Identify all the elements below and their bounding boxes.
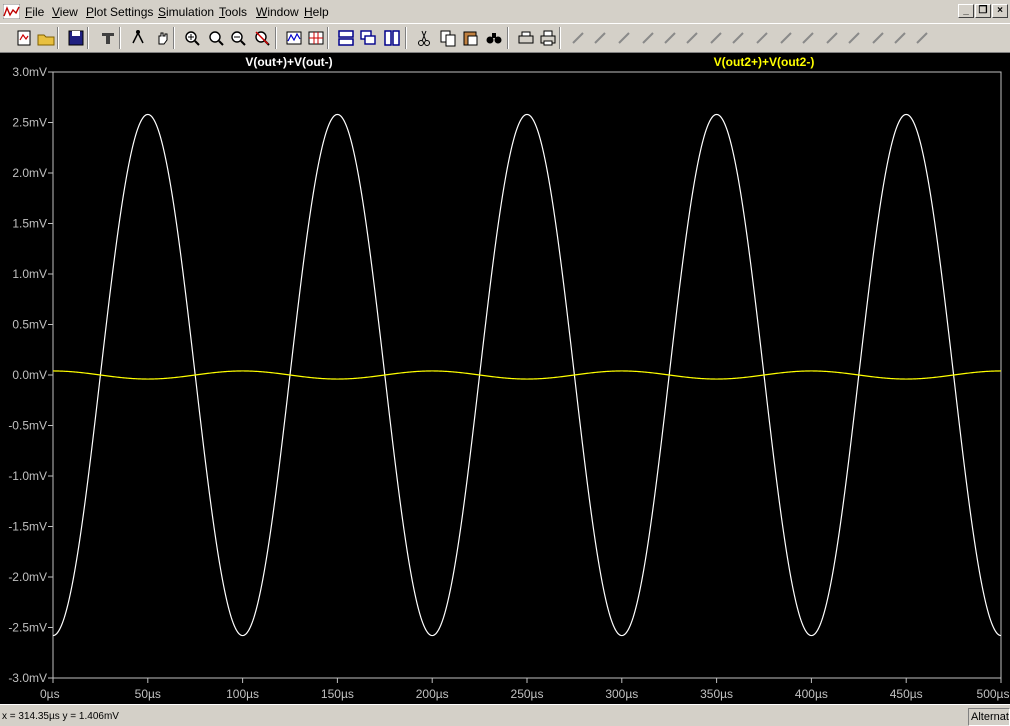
drag-icon[interactable] [775,27,797,49]
control-panel-icon[interactable] [97,27,119,49]
status-mode: Alternate [968,708,1010,726]
ground-icon[interactable] [589,27,611,49]
zoom-out-icon[interactable] [227,27,249,49]
component-icon[interactable] [727,27,749,49]
print-icon[interactable] [537,27,559,49]
cascade-icon[interactable] [357,27,379,49]
y-tick-label: -1.0mV [8,469,47,483]
y-tick-label: -2.0mV [8,570,47,584]
y-tick-label: -3.0mV [8,671,47,685]
undo-icon[interactable] [797,27,819,49]
status-bar: x = 314.35µs y = 1.406mV Alternate [0,704,1010,726]
menu-file[interactable]: File [25,5,44,19]
menu-bar: File View Plot Settings Simulation Tools… [0,0,1010,23]
tile-horizontal-icon[interactable] [335,27,357,49]
menu-plot-settings[interactable]: Plot Settings [86,5,153,19]
toolbar-separator [57,27,59,49]
y-tick-label: 1.5mV [12,217,47,231]
capacitor-icon[interactable] [659,27,681,49]
y-tick-label: 1.0mV [12,267,47,281]
menu-window[interactable]: Window [256,5,299,19]
halt-icon[interactable] [151,27,173,49]
y-tick-label: 2.5mV [12,116,47,130]
redo-icon[interactable] [821,27,843,49]
y-tick-label: 0.5mV [12,318,47,332]
x-tick-label: 350µs [700,687,733,701]
zoom-in-icon[interactable] [181,27,203,49]
open-icon[interactable] [35,27,57,49]
y-tick-label: 2.0mV [12,166,47,180]
x-tick-label: 450µs [890,687,923,701]
y-tick-label: -1.5mV [8,520,47,534]
text-icon[interactable] [889,27,911,49]
save-icon[interactable] [65,27,87,49]
toolbar [0,23,1010,53]
run-icon[interactable] [127,27,149,49]
waveform-plot[interactable]: 3.0mV 2.5mV 2.0mV 1.5mV 1.0mV 0.5mV 0.0mV -0.5m… [0,53,1010,704]
toolbar-separator [507,27,509,49]
y-tick-label: -0.5mV [8,419,47,433]
paste-icon[interactable] [459,27,481,49]
x-tick-label: 400µs [795,687,828,701]
find-icon[interactable] [483,27,505,49]
zoom-pan-icon[interactable] [205,27,227,49]
trace-label-0: V(out+)+V(out-) [245,55,332,69]
rotate-icon[interactable] [843,27,865,49]
trace-label-1: V(out2+)+V(out2-) [714,55,815,69]
x-tick-label: 500µs [977,687,1010,701]
toolbar-separator [275,27,277,49]
tile-vertical-icon[interactable] [381,27,403,49]
zoom-fit-icon[interactable] [251,27,273,49]
inductor-icon[interactable] [681,27,703,49]
grid-icon[interactable] [305,27,327,49]
toolbar-separator [559,27,561,49]
y-tick-label: 0.0mV [12,368,47,382]
x-tick-label: 150µs [321,687,354,701]
menu-help[interactable]: Help [304,5,329,19]
x-tick-label: 50µs [135,687,161,701]
restore-icon[interactable]: ❐ [975,4,991,18]
y-tick-label: -2.5mV [8,621,47,635]
x-tick-label: 0µs [40,687,60,701]
x-tick-label: 250µs [511,687,544,701]
waveform-plot-pane[interactable]: 3.0mV 2.5mV 2.0mV 1.5mV 1.0mV 0.5mV 0.0mV -0.5m… [0,53,1010,704]
print-preview-icon[interactable] [515,27,537,49]
toolbar-separator [327,27,329,49]
mirror-icon[interactable] [867,27,889,49]
new-schematic-icon[interactable] [13,27,35,49]
toolbar-separator [405,27,407,49]
wire-icon[interactable] [567,27,589,49]
spice-directive-icon[interactable] [911,27,933,49]
y-tick-label: 3.0mV [12,65,47,79]
diode-icon[interactable] [705,27,727,49]
autorange-icon[interactable] [283,27,305,49]
copy-icon[interactable] [437,27,459,49]
toolbar-separator [119,27,121,49]
cut-icon[interactable] [413,27,435,49]
menu-simulation[interactable]: Simulation [158,5,214,19]
resistor-icon[interactable] [637,27,659,49]
waveform-app-icon[interactable] [3,4,20,19]
x-tick-label: 300µs [605,687,638,701]
toolbar-separator [173,27,175,49]
menu-view[interactable]: View [52,5,78,19]
cursor-readout: x = 314.35µs y = 1.406mV [2,711,119,722]
move-icon[interactable] [751,27,773,49]
label-net-icon[interactable] [613,27,635,49]
toolbar-separator [87,27,89,49]
close-icon[interactable]: × [992,4,1008,18]
menu-tools[interactable]: Tools [219,5,247,19]
minimize-icon[interactable]: _ [958,4,974,18]
x-tick-label: 200µs [416,687,449,701]
x-tick-label: 100µs [226,687,259,701]
